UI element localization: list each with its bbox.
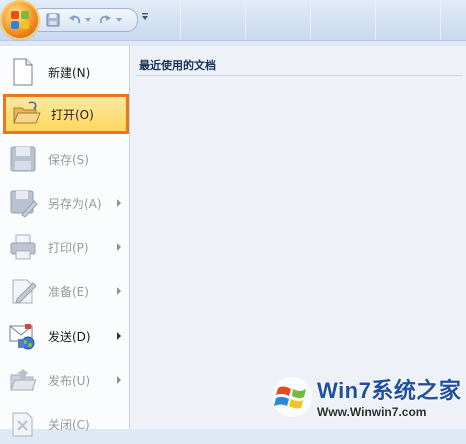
close-document-icon xyxy=(8,409,38,439)
menu-item-save-as: 另存为(A) xyxy=(0,183,129,223)
menu-item-save: 保存(S) xyxy=(0,139,129,179)
save-as-icon xyxy=(8,188,38,218)
menu-item-new[interactable]: 新建(N) xyxy=(0,52,129,92)
office-button[interactable] xyxy=(2,2,38,38)
menu-item-label: 打印(P) xyxy=(48,240,89,255)
printer-icon xyxy=(8,232,38,262)
submenu-arrow-icon xyxy=(117,376,121,384)
watermark: Win7系统之家 Www.Winwin7.com xyxy=(267,370,466,429)
menu-item-publish: 发布(U) xyxy=(0,360,129,400)
menu-item-label: 发送(D) xyxy=(48,329,91,344)
quick-access-toolbar xyxy=(0,0,466,41)
menu-item-send[interactable]: 发送(D) xyxy=(0,316,129,356)
menu-item-label: 另存为(A) xyxy=(48,196,102,211)
menu-item-prepare: 准备(E) xyxy=(0,271,129,311)
recent-divider xyxy=(136,75,462,76)
menu-item-close: 关闭(C) xyxy=(0,404,129,444)
submenu-arrow-icon xyxy=(117,287,121,295)
windows-logo-icon xyxy=(272,377,312,417)
menu-item-print: 打印(P) xyxy=(0,227,129,267)
menu-item-label: 新建(N) xyxy=(48,65,91,80)
submenu-arrow-icon xyxy=(117,332,121,340)
save-disk-icon xyxy=(8,144,38,174)
submenu-arrow-icon xyxy=(117,243,121,251)
watermark-url: Www.Winwin7.com xyxy=(317,405,427,419)
recent-documents-title: 最近使用的文档 xyxy=(139,59,216,72)
menu-commands: 新建(N) 打开(O) 保存(S) 另存为(A) 打印(P) 准备(E) 发送(… xyxy=(0,46,130,437)
customize-toolbar-icon[interactable] xyxy=(141,12,151,26)
save-icon[interactable] xyxy=(45,12,61,28)
prepare-icon xyxy=(8,276,38,306)
open-folder-icon xyxy=(11,99,41,129)
office-logo-icon xyxy=(11,11,29,29)
menu-item-label: 保存(S) xyxy=(48,152,89,167)
submenu-arrow-icon xyxy=(117,199,121,207)
new-document-icon xyxy=(8,57,38,87)
watermark-brand: Win7系统之家 xyxy=(317,378,462,403)
quick-access-strip xyxy=(30,8,138,32)
publish-icon xyxy=(8,365,38,395)
redo-dropdown-icon[interactable] xyxy=(115,12,123,28)
send-icon xyxy=(8,321,38,351)
redo-icon[interactable] xyxy=(97,12,113,28)
menu-item-label: 发布(U) xyxy=(48,373,91,388)
undo-dropdown-icon[interactable] xyxy=(84,12,92,28)
menu-item-label: 关闭(C) xyxy=(48,417,90,432)
menu-item-label: 准备(E) xyxy=(48,284,89,299)
menu-item-label: 打开(O) xyxy=(51,107,94,122)
undo-icon[interactable] xyxy=(67,12,83,28)
menu-item-open[interactable]: 打开(O) xyxy=(3,94,129,134)
